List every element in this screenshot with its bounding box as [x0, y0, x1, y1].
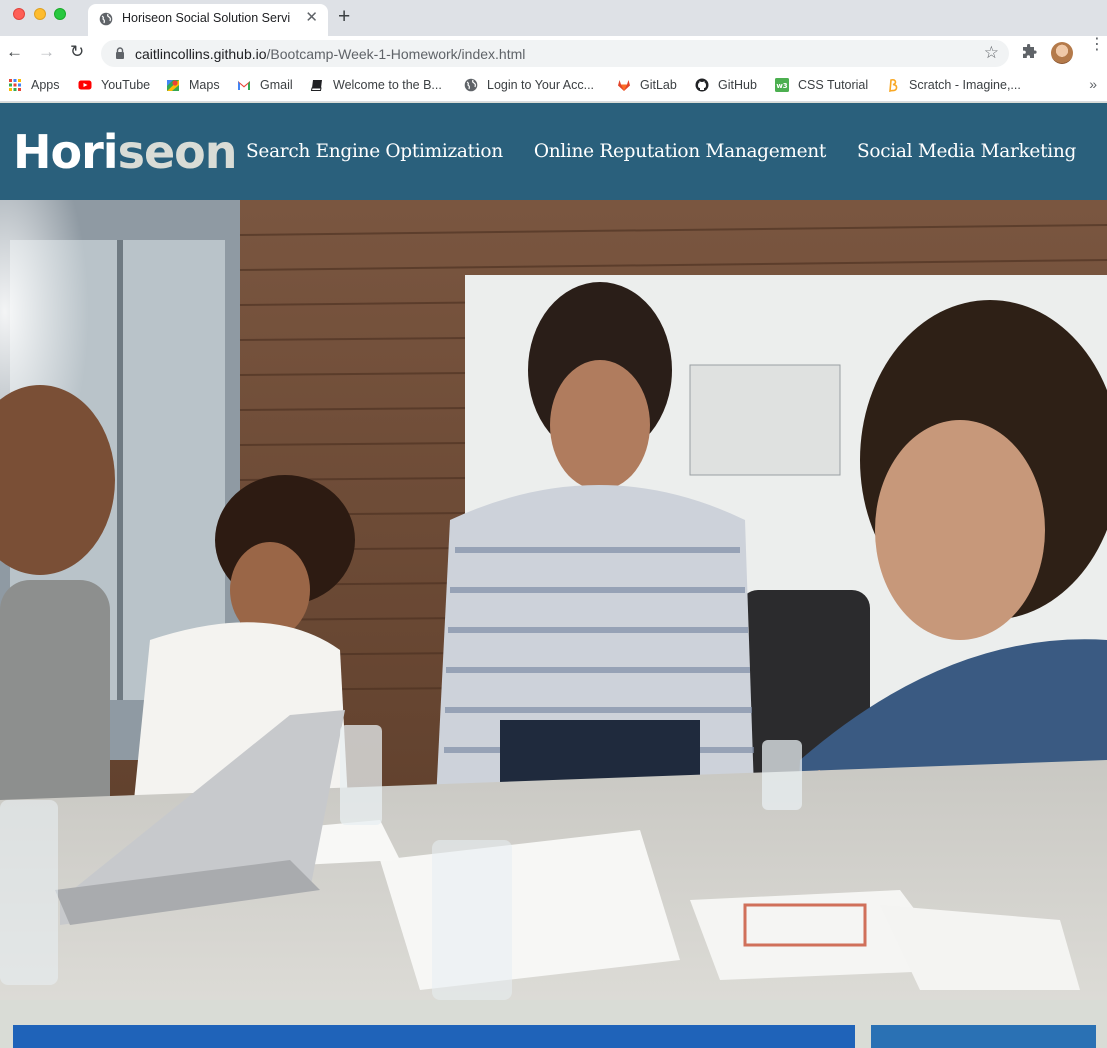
- lock-icon: [116, 47, 124, 59]
- back-button[interactable]: ←: [6, 42, 23, 62]
- minimize-window-button[interactable]: [34, 8, 46, 20]
- browser-toolbar: ← → ↻ caitlincollins.github.io/Bootcamp-…: [0, 36, 1107, 70]
- url-text: caitlincollins.github.io/Bootcamp-Week-1…: [135, 46, 525, 62]
- forward-button[interactable]: →: [38, 42, 55, 62]
- bookmark-scratch[interactable]: Scratch - Imagine,...: [886, 77, 1021, 93]
- nav-link-seo[interactable]: Search Engine Optimization: [246, 139, 503, 165]
- bookmark-star-icon[interactable]: ☆: [984, 43, 999, 63]
- bookmark-css-tutorial[interactable]: w3 CSS Tutorial: [775, 77, 868, 93]
- bookmark-label: Login to Your Acc...: [487, 78, 595, 92]
- site-header: Horiseon Search Engine Optimization Onli…: [0, 103, 1107, 200]
- gmail-icon: [238, 81, 250, 90]
- content-section-main: [13, 1025, 855, 1048]
- browser-tab-active[interactable]: Horiseon Social Solution Servi ✕: [88, 4, 328, 36]
- profile-avatar[interactable]: [1051, 42, 1073, 64]
- bookmark-welcome[interactable]: Welcome to the B...: [310, 77, 442, 93]
- url-host: caitlincollins.github.io: [135, 46, 267, 62]
- hero-image: [0, 200, 1107, 1000]
- w3schools-icon: w3: [775, 78, 789, 92]
- bookmark-label: Scratch - Imagine,...: [909, 78, 1021, 92]
- bookmark-apps[interactable]: Apps: [8, 77, 60, 93]
- close-window-button[interactable]: [13, 8, 25, 20]
- bookmark-label: Welcome to the B...: [333, 78, 442, 92]
- url-path: /Bootcamp-Week-1-Homework/index.html: [266, 46, 526, 62]
- globe-icon: [464, 78, 478, 92]
- browser-menu-icon[interactable]: ⋮: [1089, 37, 1105, 53]
- bookmark-github[interactable]: GitHub: [695, 77, 757, 93]
- site-logo[interactable]: Horiseon: [13, 123, 237, 181]
- bookmark-label: Apps: [31, 78, 60, 92]
- github-icon: [695, 78, 709, 92]
- nav-link-social-media[interactable]: Social Media Marketing: [857, 139, 1076, 165]
- address-bar[interactable]: caitlincollins.github.io/Bootcamp-Week-1…: [101, 40, 1009, 67]
- bookmark-label: GitLab: [640, 78, 677, 92]
- bookmarks-overflow-chevron-icon[interactable]: »: [1089, 76, 1097, 92]
- reload-button[interactable]: ↻: [70, 42, 84, 62]
- bookmark-label: CSS Tutorial: [798, 78, 869, 92]
- extensions-puzzle-icon[interactable]: [1021, 44, 1037, 60]
- content-section-sidebar: [871, 1025, 1096, 1048]
- gitlab-icon: [618, 80, 630, 91]
- scratch-icon: [889, 78, 898, 92]
- bookmark-youtube[interactable]: YouTube: [78, 77, 150, 93]
- bookmark-maps[interactable]: Maps: [166, 77, 220, 93]
- bookmarks-bar: Apps YouTube Maps Gmail Welcome to the B…: [0, 70, 1107, 102]
- tab-title: Horiseon Social Solution Servi: [122, 11, 291, 25]
- youtube-icon: [78, 80, 92, 90]
- main-nav: Search Engine Optimization Online Reputa…: [246, 139, 1076, 165]
- bookmark-login[interactable]: Login to Your Acc...: [464, 77, 594, 93]
- bookmark-label: GitHub: [718, 78, 757, 92]
- maximize-window-button[interactable]: [54, 8, 66, 20]
- apps-grid-icon: [9, 79, 21, 91]
- nav-link-reputation[interactable]: Online Reputation Management: [534, 139, 827, 165]
- logo-part-seon: seon: [117, 125, 238, 179]
- tab-close-icon[interactable]: ✕: [305, 9, 318, 27]
- svg-text:w3: w3: [776, 82, 787, 90]
- bookmark-gitlab[interactable]: GitLab: [617, 77, 677, 93]
- bookmark-label: Maps: [189, 78, 220, 92]
- globe-icon: [99, 12, 113, 26]
- maps-icon: [167, 80, 179, 91]
- browser-tab-strip: Horiseon Social Solution Servi ✕ +: [0, 0, 1107, 36]
- bookmark-label: YouTube: [101, 78, 151, 92]
- new-tab-button[interactable]: +: [338, 5, 350, 29]
- business-meeting-photo: [0, 200, 1107, 1000]
- bookmark-label: Gmail: [260, 78, 293, 92]
- logo-part-hori: Hori: [13, 125, 119, 179]
- bookmark-gmail[interactable]: Gmail: [237, 77, 293, 93]
- book-icon: [310, 80, 322, 91]
